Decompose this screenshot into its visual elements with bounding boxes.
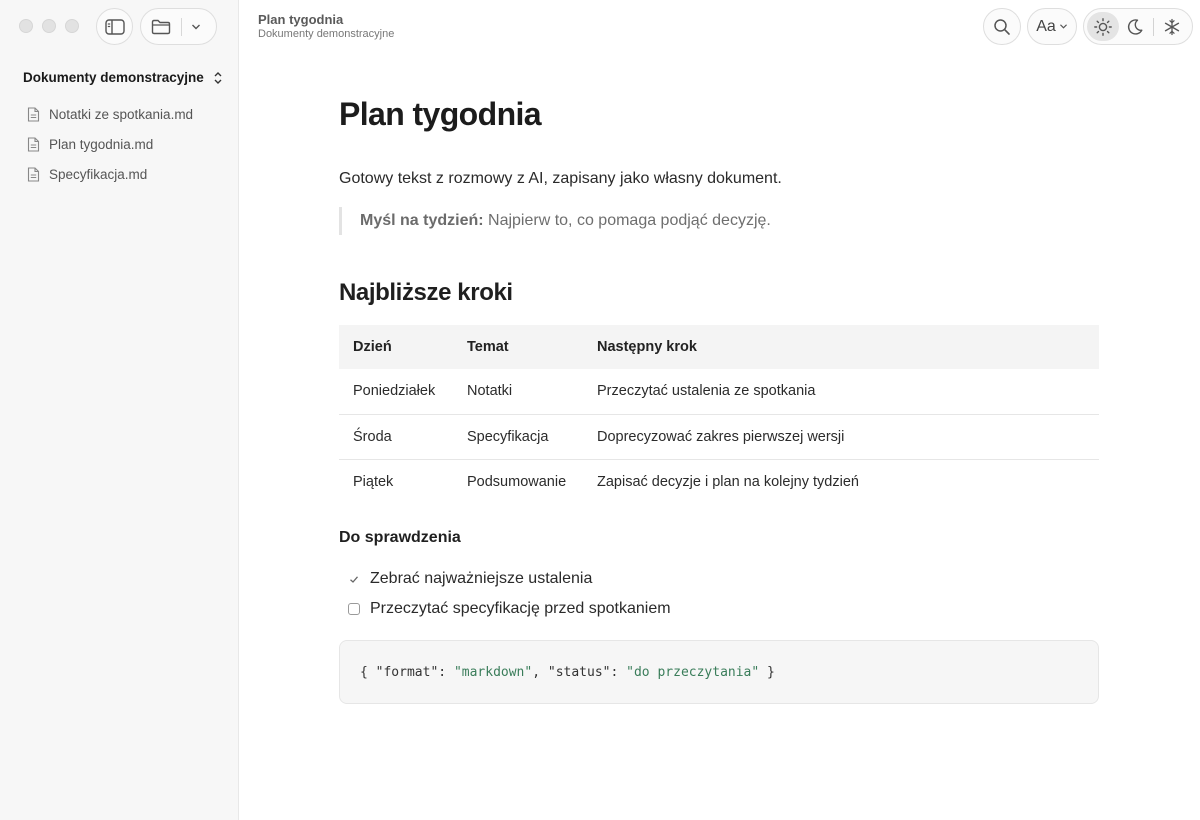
code-block: { "format": "markdown", "status": "do pr… — [339, 640, 1099, 704]
chevron-up-down-icon — [214, 71, 222, 84]
checklist-item-text: Przeczytać specyfikację przed spotkaniem — [370, 600, 671, 617]
moon-icon — [1127, 18, 1143, 35]
sidebar-toggle-button[interactable] — [96, 8, 133, 45]
theme-dark-button[interactable] — [1119, 12, 1151, 41]
checklist-item-text: Zebrać najważniejsze ustalenia — [370, 570, 593, 587]
code-token: : — [438, 664, 454, 680]
blockquote: Myśl na tydzień: Najpierw to, co pomaga … — [339, 207, 1099, 235]
minimize-window-button[interactable] — [42, 19, 56, 33]
code-string: "markdown" — [453, 664, 533, 680]
table-cell: Środa — [339, 414, 453, 460]
checklist-item: Przeczytać specyfikację przed spotkaniem — [348, 594, 1099, 624]
workspace-title: Dokumenty demonstracyjne — [23, 70, 204, 85]
button-divider — [181, 17, 182, 36]
code-key: "format" — [375, 664, 439, 680]
sidebar: Dokumenty demonstracyjne Notatki ze spot… — [0, 0, 239, 820]
quote-label: Myśl na tydzień: — [360, 212, 484, 229]
file-icon — [27, 166, 40, 182]
document-title: Plan tygodnia — [339, 96, 542, 132]
font-button-label: Aa — [1036, 17, 1056, 35]
checkbox-empty[interactable] — [348, 603, 360, 615]
table-row: Piątek Podsumowanie Zapisać decyzje i pl… — [339, 459, 1099, 504]
quote-text: Najpierw to, co pomaga podjąć decyzję. — [483, 212, 771, 229]
code-token: , — [532, 664, 548, 680]
zoom-window-button[interactable] — [65, 19, 79, 33]
window-controls — [19, 19, 79, 33]
file-name: Specyfikacja.md — [49, 166, 148, 182]
code-token: } — [759, 664, 775, 680]
file-item-plan[interactable]: Plan tygodnia.md — [27, 129, 227, 159]
folder-icon — [151, 19, 171, 34]
table-cell: Podsumowanie — [467, 473, 567, 490]
theme-divider — [1153, 17, 1154, 36]
code-string: "do przeczytania" — [626, 664, 760, 680]
table-cell: Zapisać decyzje i plan na kolejny tydzie… — [597, 473, 859, 490]
code-token: : — [610, 664, 627, 680]
table-cell: Poniedziałek — [339, 369, 453, 415]
checklist-heading: Do sprawdzenia — [339, 529, 461, 546]
table-cell: Specyfikacja — [453, 414, 583, 460]
intro-paragraph: Gotowy tekst z rozmowy z AI, zapisany ja… — [339, 170, 782, 187]
table-header-cell: Temat — [453, 325, 583, 369]
checklist-item: Zebrać najważniejsze ustalenia — [348, 564, 1099, 594]
theme-light-button[interactable] — [1087, 12, 1119, 41]
file-icon — [27, 106, 40, 122]
table-cell: Przeczytać ustalenia ze spotkania — [583, 369, 1099, 415]
file-name: Notatki ze spotkania.md — [49, 106, 194, 122]
open-folder-button[interactable] — [140, 8, 217, 45]
table-row: Poniedziałek Notatki Przeczytać ustaleni… — [339, 369, 1099, 415]
table-row: Środa Specyfikacja Doprecyzować zakres p… — [339, 414, 1099, 460]
workspace-selector[interactable]: Dokumenty demonstracyjne — [23, 70, 223, 85]
chevron-down-icon — [1059, 24, 1067, 29]
header-workspace-name: Dokumenty demonstracyjne — [258, 28, 395, 40]
header-document-title: Plan tygodnia — [258, 12, 344, 27]
close-window-button[interactable] — [19, 19, 33, 33]
snowflake-icon — [1164, 18, 1180, 35]
file-name: Plan tygodnia.md — [49, 136, 154, 152]
steps-table: Dzień Temat Następny krok Poniedziałek N… — [339, 325, 1099, 504]
table-header-cell: Następny krok — [583, 325, 1099, 369]
file-icon — [27, 136, 40, 152]
font-settings-button[interactable]: Aa — [1027, 8, 1077, 45]
table-cell: Doprecyzować zakres pierwszej wersji — [583, 414, 1099, 460]
table-cell: Notatki — [453, 369, 583, 415]
sun-icon — [1094, 17, 1112, 36]
search-icon — [994, 18, 1010, 35]
sidebar-icon — [104, 18, 125, 35]
table-header-cell: Dzień — [339, 325, 453, 369]
file-item-specyfikacja[interactable]: Specyfikacja.md — [27, 159, 227, 189]
theme-switcher — [1083, 8, 1193, 45]
checkmark-icon[interactable] — [348, 573, 360, 585]
code-key: "status" — [547, 664, 611, 680]
file-list: Notatki ze spotkania.md Plan tygodnia.md… — [27, 99, 227, 189]
checklist: Zebrać najważniejsze ustalenia Przeczyta… — [339, 564, 1099, 624]
search-button[interactable] — [983, 8, 1021, 45]
chevron-down-icon[interactable] — [191, 23, 201, 31]
code-token: { — [360, 664, 376, 680]
section-heading: Najbliższe kroki — [339, 279, 513, 306]
theme-winter-button[interactable] — [1156, 12, 1188, 41]
document-body: Plan tygodnia Gotowy tekst z rozmowy z A… — [339, 96, 1099, 704]
file-item-notatki[interactable]: Notatki ze spotkania.md — [27, 99, 227, 129]
table-header-row: Dzień Temat Następny krok — [339, 325, 1099, 369]
table-cell: Piątek — [353, 473, 394, 490]
